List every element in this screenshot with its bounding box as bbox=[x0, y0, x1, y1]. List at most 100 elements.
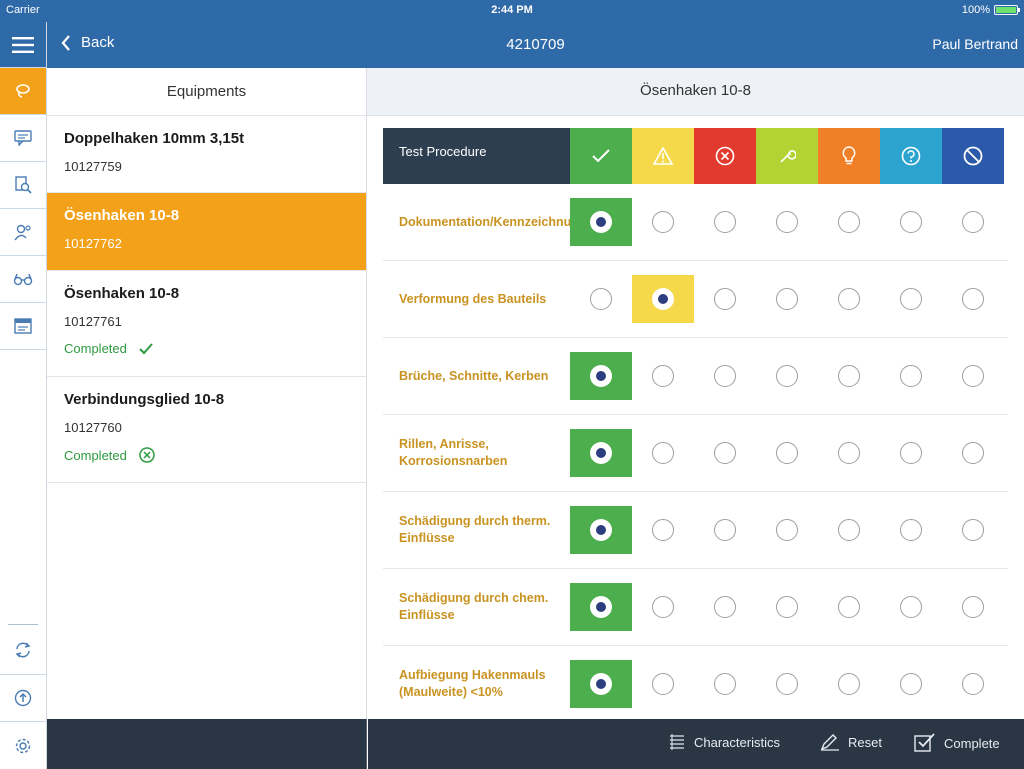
radio-button[interactable] bbox=[900, 365, 922, 387]
rating-cell[interactable] bbox=[570, 660, 632, 708]
radio-button[interactable] bbox=[590, 365, 612, 387]
rating-cell[interactable] bbox=[632, 583, 694, 631]
radio-button[interactable] bbox=[652, 442, 674, 464]
rail-item-user-settings[interactable] bbox=[0, 209, 46, 256]
radio-button[interactable] bbox=[838, 442, 860, 464]
radio-button[interactable] bbox=[900, 288, 922, 310]
rating-cell[interactable] bbox=[632, 660, 694, 708]
rating-cell[interactable] bbox=[756, 506, 818, 554]
radio-button[interactable] bbox=[776, 519, 798, 541]
rating-cell[interactable] bbox=[942, 275, 1004, 323]
radio-button[interactable] bbox=[838, 596, 860, 618]
radio-button[interactable] bbox=[714, 365, 736, 387]
radio-button[interactable] bbox=[962, 673, 984, 695]
radio-button[interactable] bbox=[652, 519, 674, 541]
rating-cell[interactable] bbox=[818, 583, 880, 631]
radio-button[interactable] bbox=[838, 673, 860, 695]
radio-button[interactable] bbox=[714, 442, 736, 464]
rating-cell[interactable] bbox=[942, 429, 1004, 477]
rating-cell[interactable] bbox=[570, 352, 632, 400]
rating-cell[interactable] bbox=[818, 198, 880, 246]
characteristics-button[interactable]: Characteristics bbox=[668, 733, 780, 751]
rating-cell[interactable] bbox=[942, 583, 1004, 631]
radio-button[interactable] bbox=[714, 673, 736, 695]
radio-button[interactable] bbox=[652, 673, 674, 695]
rating-cell[interactable] bbox=[632, 506, 694, 554]
rating-cell[interactable] bbox=[756, 429, 818, 477]
radio-button[interactable] bbox=[962, 288, 984, 310]
rating-cell[interactable] bbox=[942, 660, 1004, 708]
radio-button[interactable] bbox=[962, 442, 984, 464]
rating-cell[interactable] bbox=[818, 429, 880, 477]
radio-button[interactable] bbox=[652, 288, 674, 310]
rail-item-search-docs[interactable] bbox=[0, 162, 46, 209]
radio-button[interactable] bbox=[776, 596, 798, 618]
equipment-item-selected[interactable]: Ösenhaken 10-8 10127762 bbox=[47, 193, 366, 271]
radio-button[interactable] bbox=[900, 519, 922, 541]
rating-cell[interactable] bbox=[942, 352, 1004, 400]
radio-button[interactable] bbox=[714, 288, 736, 310]
rating-cell[interactable] bbox=[694, 352, 756, 400]
rating-cell[interactable] bbox=[694, 429, 756, 477]
column-idea[interactable] bbox=[818, 128, 880, 184]
rating-cell[interactable] bbox=[818, 506, 880, 554]
radio-button[interactable] bbox=[838, 288, 860, 310]
rail-item-messages[interactable] bbox=[0, 115, 46, 162]
rail-item-glasses[interactable] bbox=[0, 256, 46, 303]
rating-cell[interactable] bbox=[570, 583, 632, 631]
rail-item-settings[interactable] bbox=[0, 722, 46, 769]
radio-button[interactable] bbox=[652, 596, 674, 618]
column-repair[interactable] bbox=[756, 128, 818, 184]
rating-cell[interactable] bbox=[818, 352, 880, 400]
rating-cell[interactable] bbox=[880, 506, 942, 554]
rating-cell[interactable] bbox=[880, 429, 942, 477]
rating-cell[interactable] bbox=[632, 429, 694, 477]
radio-button[interactable] bbox=[962, 211, 984, 233]
column-not-applicable[interactable] bbox=[942, 128, 1004, 184]
rating-cell[interactable] bbox=[694, 275, 756, 323]
rating-cell[interactable] bbox=[880, 275, 942, 323]
radio-button[interactable] bbox=[652, 211, 674, 233]
radio-button[interactable] bbox=[962, 365, 984, 387]
rating-cell[interactable] bbox=[756, 352, 818, 400]
radio-button[interactable] bbox=[776, 365, 798, 387]
equipment-item[interactable]: Verbindungsglied 10-8 10127760 Completed bbox=[47, 377, 366, 483]
user-name[interactable]: Paul Bertrand bbox=[932, 36, 1018, 52]
radio-button[interactable] bbox=[590, 288, 612, 310]
rating-cell[interactable] bbox=[694, 198, 756, 246]
rating-cell[interactable] bbox=[880, 583, 942, 631]
complete-button[interactable]: Complete bbox=[914, 733, 1000, 753]
rating-cell[interactable] bbox=[694, 583, 756, 631]
rating-cell[interactable] bbox=[570, 275, 632, 323]
radio-button[interactable] bbox=[900, 596, 922, 618]
radio-button[interactable] bbox=[962, 519, 984, 541]
equipment-item[interactable]: Doppelhaken 10mm 3,15t 10127759 bbox=[47, 116, 366, 193]
rating-cell[interactable] bbox=[632, 275, 694, 323]
radio-button[interactable] bbox=[590, 596, 612, 618]
radio-button[interactable] bbox=[900, 211, 922, 233]
radio-button[interactable] bbox=[652, 365, 674, 387]
radio-button[interactable] bbox=[714, 596, 736, 618]
radio-button[interactable] bbox=[776, 442, 798, 464]
radio-button[interactable] bbox=[776, 288, 798, 310]
rating-cell[interactable] bbox=[880, 198, 942, 246]
radio-button[interactable] bbox=[590, 211, 612, 233]
hamburger-menu-button[interactable] bbox=[0, 22, 46, 68]
rating-cell[interactable] bbox=[756, 198, 818, 246]
radio-button[interactable] bbox=[590, 519, 612, 541]
radio-button[interactable] bbox=[962, 596, 984, 618]
rail-item-form[interactable] bbox=[0, 303, 46, 350]
radio-button[interactable] bbox=[776, 211, 798, 233]
radio-button[interactable] bbox=[590, 673, 612, 695]
rating-cell[interactable] bbox=[880, 352, 942, 400]
radio-button[interactable] bbox=[838, 519, 860, 541]
radio-button[interactable] bbox=[714, 519, 736, 541]
radio-button[interactable] bbox=[838, 365, 860, 387]
rating-cell[interactable] bbox=[694, 506, 756, 554]
column-ok[interactable] bbox=[570, 128, 632, 184]
column-fail[interactable] bbox=[694, 128, 756, 184]
radio-button[interactable] bbox=[714, 211, 736, 233]
rating-cell[interactable] bbox=[570, 198, 632, 246]
rating-cell[interactable] bbox=[942, 198, 1004, 246]
rating-cell[interactable] bbox=[818, 275, 880, 323]
